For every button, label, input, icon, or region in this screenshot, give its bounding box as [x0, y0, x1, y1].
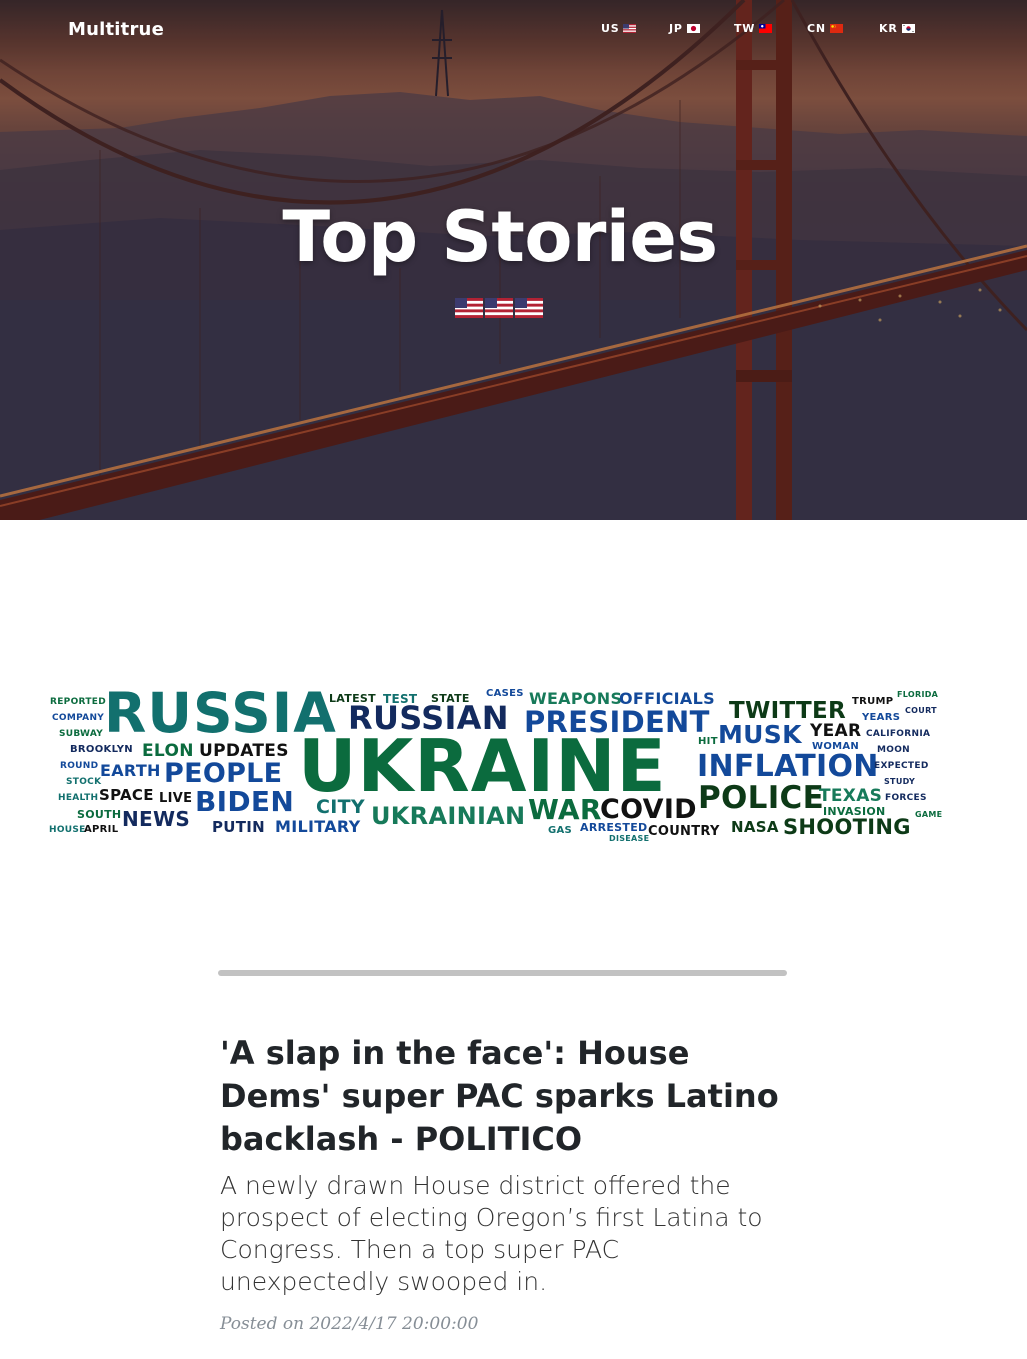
cloud-word[interactable]: CITY — [316, 798, 365, 817]
country-nav: US JP TW CN KR — [0, 22, 1027, 40]
cloud-word[interactable]: TEXAS — [819, 788, 882, 805]
word-cloud: REPORTED COMPANY SUBWAY BROOKLYN ROUND S… — [0, 660, 1027, 860]
tw-flag-icon — [759, 24, 773, 33]
cloud-word[interactable]: MILITARY — [275, 819, 361, 835]
cloud-word[interactable]: NASA — [731, 820, 779, 835]
us-flag-icon — [455, 298, 483, 318]
cloud-word[interactable]: SUBWAY — [59, 730, 103, 739]
nav-item-label: CN — [807, 22, 826, 35]
cloud-word[interactable]: EXPECTED — [874, 762, 929, 771]
cloud-word[interactable]: UKRAINE — [298, 730, 667, 802]
nav-item-tw[interactable]: TW — [734, 22, 773, 35]
cloud-word[interactable]: SOUTH — [77, 809, 121, 820]
cloud-word[interactable]: HEALTH — [58, 794, 98, 803]
cloud-word[interactable]: MUSK — [718, 722, 802, 747]
kr-flag-icon — [901, 24, 915, 33]
nav-item-cn[interactable]: CN — [807, 22, 843, 35]
nav-item-label: US — [601, 22, 620, 35]
section-divider — [218, 970, 787, 976]
cloud-word[interactable]: COVID — [600, 796, 697, 823]
cloud-word[interactable]: INVASION — [823, 806, 886, 817]
hero-header: Multitrue US JP TW CN KR Top Stories — [0, 0, 1027, 520]
nav-item-label: JP — [669, 22, 683, 35]
cloud-word[interactable]: NEWS — [122, 809, 190, 829]
cloud-word[interactable]: BIDEN — [195, 788, 294, 816]
cloud-word[interactable]: ROUND — [60, 762, 98, 771]
cloud-word[interactable]: FORCES — [885, 794, 927, 803]
cloud-word[interactable]: PUTIN — [212, 820, 265, 835]
cloud-word[interactable]: YEARS — [862, 713, 900, 723]
cloud-word[interactable]: FLORIDA — [897, 691, 938, 699]
cloud-word[interactable]: GAME — [915, 811, 942, 819]
cloud-word[interactable]: WAR — [528, 796, 602, 824]
page-title: Top Stories — [282, 196, 718, 278]
cloud-word[interactable]: STOCK — [66, 778, 101, 787]
cloud-word[interactable]: TRUMP — [852, 697, 893, 707]
post-subtitle[interactable]: A newly drawn House district offered the… — [220, 1170, 780, 1298]
nav-item-jp[interactable]: JP — [669, 22, 700, 35]
cloud-word[interactable]: SPACE — [99, 788, 154, 803]
cloud-word[interactable]: REPORTED — [50, 698, 106, 707]
cloud-word[interactable]: DISEASE — [609, 835, 649, 843]
cloud-word[interactable]: MOON — [877, 746, 910, 755]
cloud-word[interactable]: SHOOTING — [783, 817, 911, 838]
cloud-word[interactable]: WOMAN — [812, 742, 859, 752]
us-flag-icon — [623, 24, 637, 33]
jp-flag-icon — [686, 24, 700, 33]
cloud-word[interactable]: CALIFORNIA — [866, 730, 930, 739]
cloud-word[interactable]: BROOKLYN — [70, 745, 133, 755]
cloud-word[interactable]: COMPANY — [52, 714, 104, 723]
cn-flag-icon — [829, 24, 843, 33]
cloud-word[interactable]: YEAR — [810, 723, 861, 740]
us-flag-icon — [515, 298, 543, 318]
nav-item-us[interactable]: US — [601, 22, 637, 35]
cloud-word[interactable]: POLICE — [698, 783, 824, 814]
cloud-word[interactable]: COUNTRY — [648, 825, 720, 838]
cloud-word[interactable]: APRIL — [84, 825, 118, 835]
cloud-word[interactable]: COURT — [905, 707, 937, 715]
cloud-word[interactable]: HIT — [698, 737, 718, 747]
cloud-word[interactable]: LIVE — [159, 792, 192, 805]
hero-flags — [455, 298, 543, 318]
cloud-word[interactable]: UKRAINIAN — [371, 804, 525, 828]
us-flag-icon — [485, 298, 513, 318]
nav-item-label: KR — [879, 22, 898, 35]
nav-item-kr[interactable]: KR — [879, 22, 915, 35]
cloud-word[interactable]: ARRESTED — [580, 822, 647, 833]
cloud-word[interactable]: CASES — [486, 689, 524, 699]
cloud-word[interactable]: HOUSE — [49, 826, 86, 835]
post-meta: Posted on 2022/4/17 20:00:00 — [220, 1314, 479, 1334]
nav-item-label: TW — [734, 22, 756, 35]
cloud-word[interactable]: EARTH — [100, 763, 161, 779]
cloud-word[interactable]: INFLATION — [697, 752, 879, 782]
post-title-link[interactable]: 'A slap in the face': House Dems' super … — [220, 1032, 780, 1161]
cloud-word[interactable]: STUDY — [884, 778, 915, 786]
cloud-word[interactable]: GAS — [548, 826, 572, 836]
cloud-word[interactable]: PEOPLE — [164, 760, 282, 787]
